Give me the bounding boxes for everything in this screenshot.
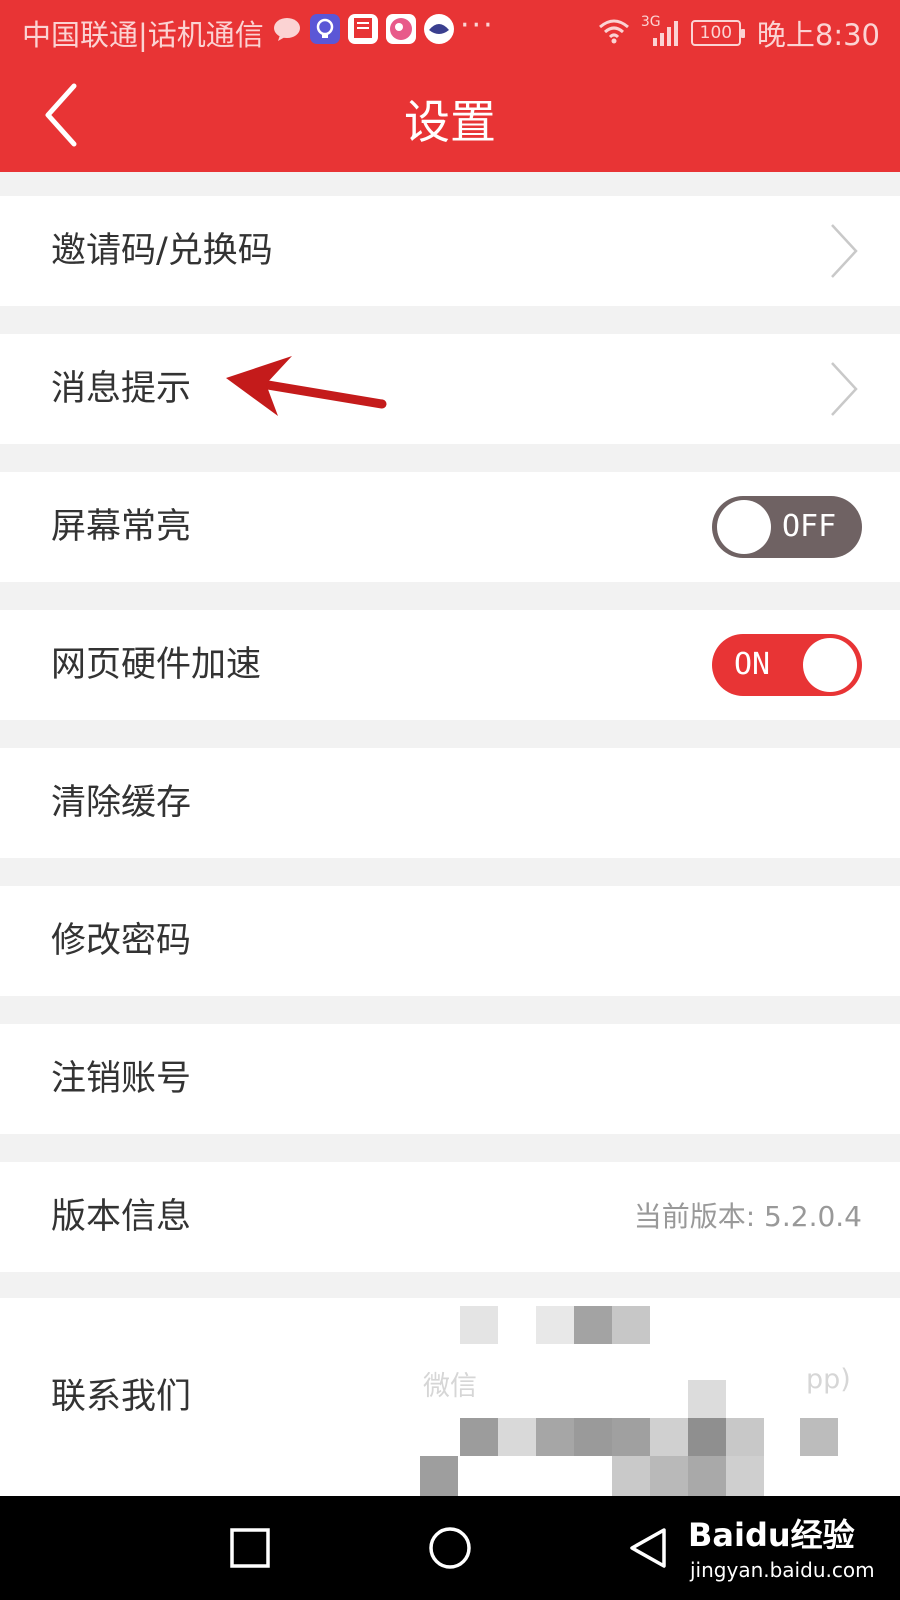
carrier-label: 中国联通|话机通信 bbox=[22, 18, 264, 52]
delete-account-label: 注销账号 bbox=[51, 1059, 192, 1099]
heart-app-icon bbox=[386, 14, 416, 44]
clear-cache-label: 清除缓存 bbox=[51, 783, 192, 823]
page-title: 设置 bbox=[404, 95, 496, 149]
pixelated-redaction bbox=[420, 1306, 838, 1496]
version-info-row[interactable]: 版本信息 当前版本: 5.2.0.4 bbox=[0, 1162, 900, 1272]
change-password-row[interactable]: 修改密码 bbox=[0, 886, 900, 996]
bird-app-icon bbox=[424, 14, 454, 44]
contact-us-label: 联系我们 bbox=[51, 1377, 192, 1417]
hardware-accel-label: 网页硬件加速 bbox=[51, 645, 262, 685]
contact-value: 微信 bbox=[423, 1371, 477, 1402]
screen-on-toggle[interactable]: OFF bbox=[712, 496, 862, 558]
cellular-signal-icon: 3G bbox=[641, 14, 681, 48]
toggle-knob bbox=[717, 500, 771, 554]
hardware-accel-toggle[interactable]: ON bbox=[712, 634, 862, 696]
message-notice-label: 消息提示 bbox=[51, 369, 192, 409]
baidu-jingyan-watermark: Baidu经验 jingyan.baidu.com bbox=[688, 1510, 888, 1590]
toggle-state-label: ON bbox=[734, 647, 771, 682]
document-app-icon bbox=[348, 14, 378, 44]
chat-bubble-icon bbox=[272, 14, 302, 44]
message-notice-row[interactable]: 消息提示 bbox=[0, 334, 900, 444]
recents-square-icon[interactable] bbox=[228, 1526, 272, 1570]
invite-code-row[interactable]: 邀请码/兑换码 bbox=[0, 196, 900, 306]
version-info-label: 版本信息 bbox=[51, 1197, 192, 1237]
battery-indicator: 100 bbox=[690, 20, 745, 46]
more-notifications-icon: ··· bbox=[460, 8, 495, 43]
lightbulb-app-icon bbox=[310, 14, 340, 44]
screen-on-row: 屏幕常亮 OFF bbox=[0, 472, 900, 582]
clock: 晚上8:30 bbox=[756, 18, 880, 52]
toggle-knob bbox=[803, 638, 857, 692]
watermark-url: jingyan.baidu.com bbox=[690, 1558, 875, 1582]
back-triangle-icon[interactable] bbox=[626, 1526, 670, 1570]
invite-code-label: 邀请码/兑换码 bbox=[51, 231, 273, 271]
contact-value-tail: pp) bbox=[806, 1364, 851, 1395]
contact-us-row[interactable]: 联系我们 微信 pp) bbox=[0, 1298, 900, 1496]
wifi-icon bbox=[597, 17, 631, 49]
chevron-right-icon bbox=[831, 224, 858, 278]
status-bar: 中国联通|话机通信 ··· 3G 100 晚上8:30 bbox=[0, 0, 900, 62]
watermark-logo: Baidu经验 bbox=[688, 1516, 855, 1554]
version-value: 当前版本: 5.2.0.4 bbox=[633, 1200, 862, 1233]
screen-on-label: 屏幕常亮 bbox=[51, 507, 192, 547]
home-circle-icon[interactable] bbox=[428, 1526, 472, 1570]
annotation-arrow bbox=[226, 356, 387, 416]
notification-icons bbox=[272, 14, 454, 44]
app-header: 中国联通|话机通信 ··· 3G 100 晚上8:30 设置 bbox=[0, 0, 900, 172]
clear-cache-row[interactable]: 清除缓存 bbox=[0, 748, 900, 858]
change-password-label: 修改密码 bbox=[51, 921, 192, 961]
chevron-right-icon bbox=[831, 362, 858, 416]
toggle-state-label: OFF bbox=[782, 509, 837, 544]
delete-account-row[interactable]: 注销账号 bbox=[0, 1024, 900, 1134]
hardware-accel-row: 网页硬件加速 ON bbox=[0, 610, 900, 720]
system-status: 3G 100 晚上8:30 bbox=[597, 12, 880, 54]
